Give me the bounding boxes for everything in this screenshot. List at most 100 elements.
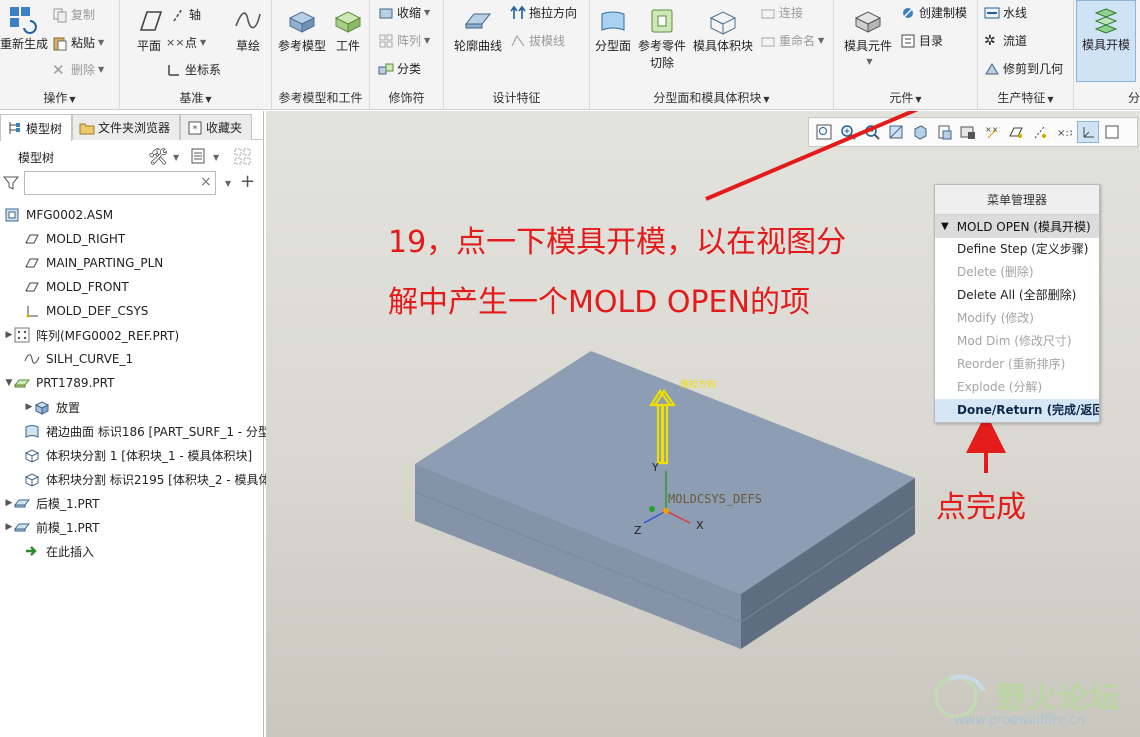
tree-node-assembly[interactable]: MFG0002.ASM xyxy=(2,203,266,227)
group-label-operate[interactable]: 操作 ▼ xyxy=(0,89,119,106)
waterline-button[interactable]: 水线 xyxy=(984,4,1027,21)
workpiece-block[interactable] xyxy=(414,351,916,649)
draft-line-button[interactable]: 拔模线 xyxy=(510,32,565,49)
workpiece-button[interactable]: 工件 xyxy=(330,6,366,54)
add-filter-icon[interactable]: + xyxy=(240,171,255,192)
ref-model-button[interactable]: 参考模型 xyxy=(276,6,328,54)
chevron-down-icon[interactable]: ▼ xyxy=(213,153,219,162)
group-label-parting[interactable]: 分型面和模具体积块 ▼ xyxy=(590,89,833,106)
copy-label: 复制 xyxy=(71,8,96,22)
expand-icon[interactable]: ▶ xyxy=(4,522,14,532)
tree-node-rear-mold[interactable]: ▶ 后模_1.PRT xyxy=(4,491,268,515)
panel-tabs: 模型树 文件夹浏览器 * 收藏夹 xyxy=(0,114,264,141)
axis-label: 轴 xyxy=(189,8,202,22)
tree-node-label: MAIN_PARTING_PLN xyxy=(46,256,164,270)
copy-button[interactable]: 复制 xyxy=(52,6,95,23)
tab-model-tree[interactable]: 模型树 xyxy=(0,114,72,141)
classify-button[interactable]: 分类 xyxy=(378,60,421,77)
placement-icon xyxy=(34,401,50,415)
expand-icon[interactable]: ▶ xyxy=(4,498,14,508)
rename-button[interactable]: 重命名 ▼ xyxy=(760,32,824,49)
mold-component-label: 模具元件 xyxy=(843,39,892,53)
tree-columns-icon[interactable] xyxy=(190,148,206,164)
tree-node-silh-curve[interactable]: SILH_CURVE_1 xyxy=(14,347,278,371)
filter-icon[interactable] xyxy=(3,175,19,191)
menu-item-delete-all[interactable]: Delete All (全部删除) xyxy=(935,284,1099,307)
csys-icon xyxy=(26,306,38,318)
silhouette-curve-button[interactable]: 轮廓曲线 xyxy=(450,6,506,54)
group-design-feature: 轮廓曲线 拖拉方向 拔模线 设计特征 xyxy=(444,0,590,110)
regenerate-button[interactable]: 重新生成 xyxy=(0,4,48,52)
csys-button[interactable]: 坐标系 xyxy=(166,61,221,78)
tab-folder-browser[interactable]: 文件夹浏览器 xyxy=(72,114,180,140)
regenerate-label: 重新生成 xyxy=(0,37,49,51)
tree-node-workpiece[interactable]: ▼ PRT1789.PRT xyxy=(4,371,268,395)
axis-icon xyxy=(173,8,183,21)
tree-node-mold-right[interactable]: MOLD_RIGHT xyxy=(14,227,278,251)
tree-node-mold-def-csys[interactable]: MOLD_DEF_CSYS xyxy=(14,299,278,323)
chevron-down-icon[interactable]: ▼ xyxy=(173,153,179,162)
tree-node-mold-front[interactable]: MOLD_FRONT xyxy=(14,275,278,299)
chevron-down-icon[interactable]: ▼ xyxy=(225,179,231,188)
menu-item-define-step[interactable]: Define Step (定义步骤) xyxy=(935,238,1099,261)
group-label-analysis: 分 xyxy=(1127,91,1140,105)
tree-node-label: 放置 xyxy=(56,400,81,415)
shrink-button[interactable]: 收缩 ▼ xyxy=(378,4,430,21)
group-label-component[interactable]: 元件 ▼ xyxy=(834,89,977,106)
tree-node-front-mold[interactable]: ▶ 前模_1.PRT xyxy=(4,515,268,539)
expand-icon[interactable]: ▶ xyxy=(24,402,34,412)
menu-item-done-return[interactable]: Done/Return (完成/返回) xyxy=(935,399,1099,422)
menu-item-explode: Explode (分解) xyxy=(957,380,1043,394)
mold-component-button[interactable]: 模具元件 ▼ xyxy=(840,6,896,70)
menu-header-mold-open[interactable]: ▼ MOLD OPEN (模具开模) xyxy=(935,215,1099,238)
drag-direction-button[interactable]: 拖拉方向 xyxy=(510,4,577,21)
collapse-icon[interactable]: ▼ xyxy=(4,378,14,388)
tree-node-main-parting-pln[interactable]: MAIN_PARTING_PLN xyxy=(14,251,278,275)
axis-button[interactable]: 轴 xyxy=(170,6,201,23)
runner-button[interactable]: ✲ 流道 xyxy=(984,32,1027,49)
paste-button[interactable]: 粘贴 ▼ xyxy=(52,34,104,51)
tree-node-skirt-surface[interactable]: 裙边曲面 标识186 [PART_SURF_1 - 分型 xyxy=(14,419,278,443)
csys-icon xyxy=(168,64,179,76)
pattern-button[interactable]: 阵列 ▼ xyxy=(378,32,430,49)
chevron-down-icon: ▼ xyxy=(424,36,431,45)
create-casting-button[interactable]: 创建制模 xyxy=(900,4,967,21)
tree-node-pattern[interactable]: ▶ 阵列(MFG0002_REF.PRT) xyxy=(4,323,268,347)
tree-node-volume-split-1[interactable]: 体积块分割 1 [体积块_1 - 模具体积块] xyxy=(14,443,278,467)
trim-button[interactable]: 修剪到几何 xyxy=(984,60,1063,77)
mold-volume-button[interactable]: 模具体积块 xyxy=(690,6,756,54)
catalog-button[interactable]: 目录 xyxy=(900,32,943,49)
pattern-icon xyxy=(379,34,393,47)
expand-icon[interactable]: ▶ xyxy=(4,330,14,340)
tab-favorites-label: 收藏夹 xyxy=(206,121,243,135)
tab-favorites[interactable]: * 收藏夹 xyxy=(180,114,252,140)
connect-button[interactable]: 连接 xyxy=(760,4,803,21)
parting-surface-button[interactable]: 分型面 xyxy=(592,6,634,54)
group-label-datum[interactable]: 基准 ▼ xyxy=(120,89,271,106)
sketch-button[interactable]: 草绘 xyxy=(228,6,268,54)
annotation-done-hint: 点完成 xyxy=(936,490,1026,525)
point-button[interactable]: ×× 点 ▼ xyxy=(166,34,206,51)
ref-part-cut-button[interactable]: 参考零件切除 xyxy=(636,6,688,72)
chevron-down-icon: ▼ xyxy=(866,57,873,66)
graphics-viewport[interactable]: ××× ×:× 拖拉方向 MOLDC xyxy=(266,111,1140,737)
tree-node-volume-split-2[interactable]: 体积块分割 标识2195 [体积块_2 - 模具体 xyxy=(14,467,278,491)
tree-filter-input[interactable] xyxy=(24,171,216,195)
sketch-label: 草绘 xyxy=(235,39,260,53)
menu-item-mod-dim: Mod Dim (修改尺寸) xyxy=(957,334,1072,348)
group-label-production[interactable]: 生产特征 ▼ xyxy=(978,89,1073,106)
tree-settings-icon[interactable]: 🛠 xyxy=(148,147,168,166)
mold-open-button[interactable]: 模具开模 xyxy=(1076,0,1136,82)
shrink-label: 收缩 xyxy=(397,6,422,20)
delete-button[interactable]: ✕ 删除 ▼ xyxy=(52,61,104,78)
create-casting-icon xyxy=(902,6,914,19)
group-reference: 参考模型 工件 参考模型和工件 xyxy=(272,0,370,110)
tree-grid-icon[interactable] xyxy=(234,148,252,166)
group-component: 模具元件 ▼ 创建制模 目录 元件 ▼ xyxy=(834,0,978,110)
collapse-icon: ▼ xyxy=(941,221,949,232)
clear-filter-icon[interactable]: × xyxy=(200,174,212,190)
tree-node-insert-here[interactable]: 在此插入 xyxy=(14,539,278,563)
group-label-modifier: 修饰符 xyxy=(388,91,425,105)
catalog-label: 目录 xyxy=(919,34,944,48)
tree-node-placement[interactable]: ▶ 放置 xyxy=(24,395,288,419)
